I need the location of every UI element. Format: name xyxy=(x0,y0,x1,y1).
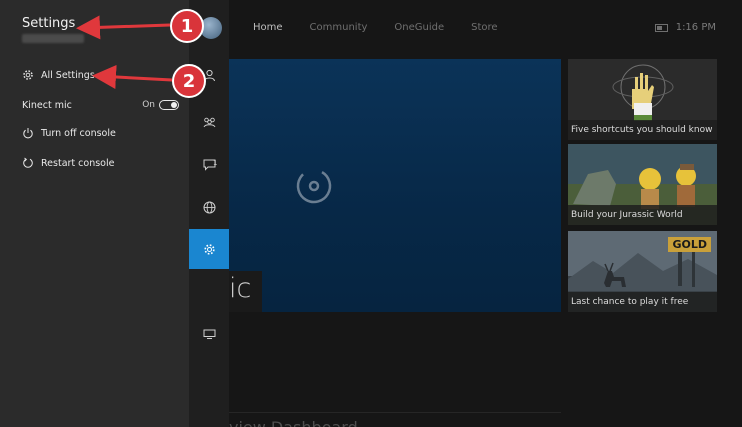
step-1-callout: 1 xyxy=(170,9,204,43)
kinect-mic-state: On xyxy=(142,100,155,110)
all-settings-button[interactable]: All Settings xyxy=(0,64,189,86)
tile-caption: Five shortcuts you should know xyxy=(568,120,717,140)
gear-icon xyxy=(22,69,34,81)
settings-panel: Settings All Settings Kinect mic On Turn… xyxy=(0,0,189,427)
kinect-mic-label: Kinect mic xyxy=(22,99,72,111)
tile-caption: Build your Jurassic World xyxy=(568,205,717,225)
gold-badge: GOLD xyxy=(668,237,711,252)
step-2-callout: 2 xyxy=(172,64,206,98)
restart-icon xyxy=(22,157,34,169)
kinect-mic-toggle-row[interactable]: Kinect mic On xyxy=(0,94,189,116)
tv-icon xyxy=(203,329,215,339)
rail-item-tv[interactable] xyxy=(189,313,229,353)
rail-item-friends[interactable] xyxy=(189,102,229,142)
guide-icon-rail xyxy=(189,0,229,427)
kinect-mic-toggle[interactable] xyxy=(159,100,179,110)
message-count-badge: 1 xyxy=(213,159,218,167)
dashboard-bottom-section: view Dashboard xyxy=(229,412,561,427)
globe-icon xyxy=(203,201,215,213)
all-settings-label: All Settings xyxy=(41,69,95,81)
tab-community[interactable]: Community xyxy=(310,22,368,33)
clock: 1:16 PM xyxy=(675,22,716,33)
loading-ring-icon xyxy=(296,168,332,204)
turn-off-label: Turn off console xyxy=(41,127,116,139)
panel-title: Settings xyxy=(22,16,76,31)
power-icon xyxy=(22,127,34,139)
tab-oneguide[interactable]: OneGuide xyxy=(394,22,444,33)
hero-overlay-tile[interactable]: ic xyxy=(229,271,262,312)
hero-overlay-text: ic xyxy=(229,273,252,304)
rail-item-network[interactable] xyxy=(189,187,229,227)
rail-item-settings[interactable] xyxy=(189,229,229,269)
rail-item-messages[interactable] xyxy=(189,144,229,184)
hero-tile[interactable] xyxy=(229,59,561,312)
gamertag-redacted xyxy=(22,34,84,43)
battery-icon xyxy=(654,23,668,32)
tab-home[interactable]: Home xyxy=(253,22,283,33)
restart-console-button[interactable]: Restart console xyxy=(0,152,189,174)
turn-off-console-button[interactable]: Turn off console xyxy=(0,122,189,144)
bottom-heading: view Dashboard xyxy=(229,418,358,427)
tab-store[interactable]: Store xyxy=(471,22,497,33)
system-status: 1:16 PM xyxy=(654,22,716,33)
top-navigation: Home Community OneGuide Store xyxy=(253,22,525,33)
tile-caption: Last chance to play it free xyxy=(568,292,717,312)
tile-last-chance[interactable]: GOLD Last chance to play it free xyxy=(568,231,717,312)
restart-label: Restart console xyxy=(41,157,115,169)
tile-shortcuts[interactable]: Five shortcuts you should know xyxy=(568,59,717,140)
tile-jurassic-world[interactable]: Build your Jurassic World xyxy=(568,144,717,225)
friends-icon xyxy=(203,117,215,127)
gear-icon xyxy=(203,243,215,255)
